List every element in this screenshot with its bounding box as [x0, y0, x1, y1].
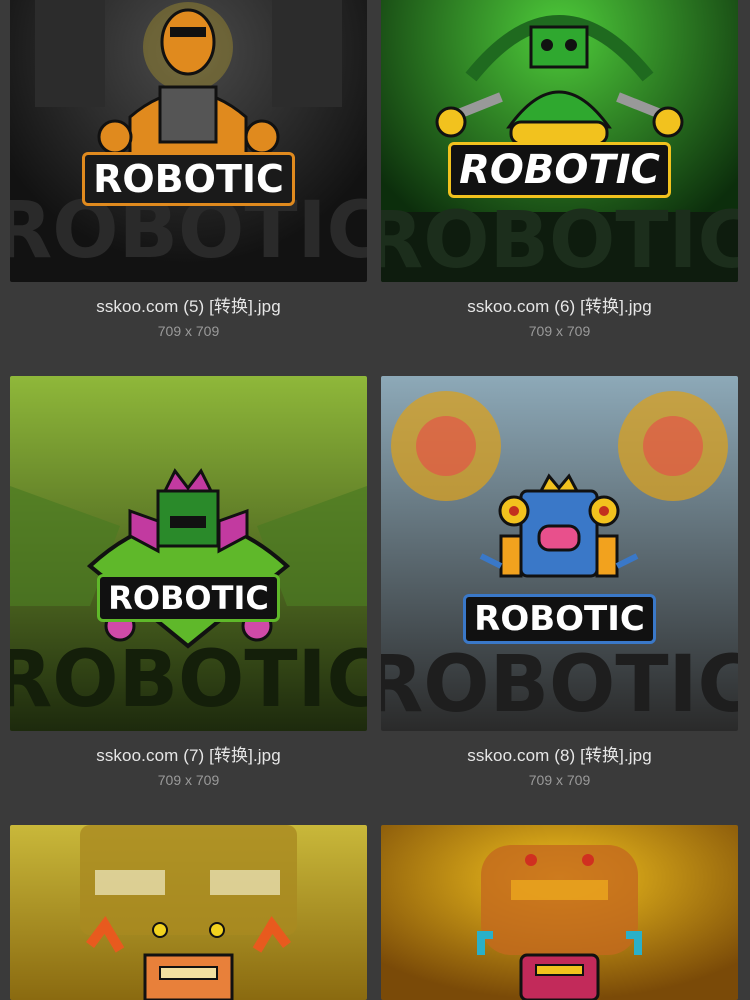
logo-text: ROBOTIC [82, 152, 295, 206]
gallery-item[interactable] [10, 825, 367, 1000]
logo-text: ROBOTIC [448, 142, 671, 198]
svg-text:ROBOTIC: ROBOTIC [10, 635, 367, 725]
thumbnail-image[interactable]: ROBOTIC ROBOTIC [10, 376, 367, 731]
gallery-item[interactable] [381, 825, 738, 1000]
image-filename[interactable]: sskoo.com (6) [转换].jpg [381, 292, 738, 317]
image-dimensions: 709 x 709 [157, 772, 220, 788]
image-filename[interactable]: sskoo.com (8) [转换].jpg [381, 741, 738, 766]
image-gallery: ROBOTIC ROBOTIC sskoo.com (5) [转换].jpg 7… [0, 0, 750, 1000]
thumbnail-image[interactable]: ROBOTIC ROBOTIC [10, 0, 367, 282]
image-filename[interactable]: sskoo.com (7) [转换].jpg [10, 741, 367, 766]
image-filename[interactable]: sskoo.com (5) [转换].jpg [10, 292, 367, 317]
gallery-item[interactable]: ROBOTIC ROBOTIC sskoo.com (7) [转换].jpg 7… [10, 376, 367, 788]
thumbnail-image[interactable] [381, 825, 738, 1000]
logo-text: ROBOTIC [463, 594, 656, 644]
thumbnail-image[interactable]: ROBOTIC ROBOTIC [381, 376, 738, 731]
thumbnail-image[interactable]: ROBOTIC ROBOTIC [381, 0, 738, 282]
gallery-item[interactable]: ROBOTIC ROBOTIC sskoo.com (8) [转换].jpg 7… [381, 376, 738, 788]
image-dimensions: 709 x 709 [528, 772, 591, 788]
image-dimensions: 709 x 709 [157, 323, 220, 339]
gallery-item[interactable]: ROBOTIC ROBOTIC sskoo.com (6) [转换].jpg 7… [381, 0, 738, 339]
svg-text:ROBOTIC: ROBOTIC [381, 196, 738, 282]
thumbnail-image[interactable] [10, 825, 367, 1000]
logo-text: ROBOTIC [97, 574, 280, 622]
svg-text:ROBOTIC: ROBOTIC [381, 640, 738, 730]
gallery-item[interactable]: ROBOTIC ROBOTIC sskoo.com (5) [转换].jpg 7… [10, 0, 367, 339]
image-dimensions: 709 x 709 [528, 323, 591, 339]
